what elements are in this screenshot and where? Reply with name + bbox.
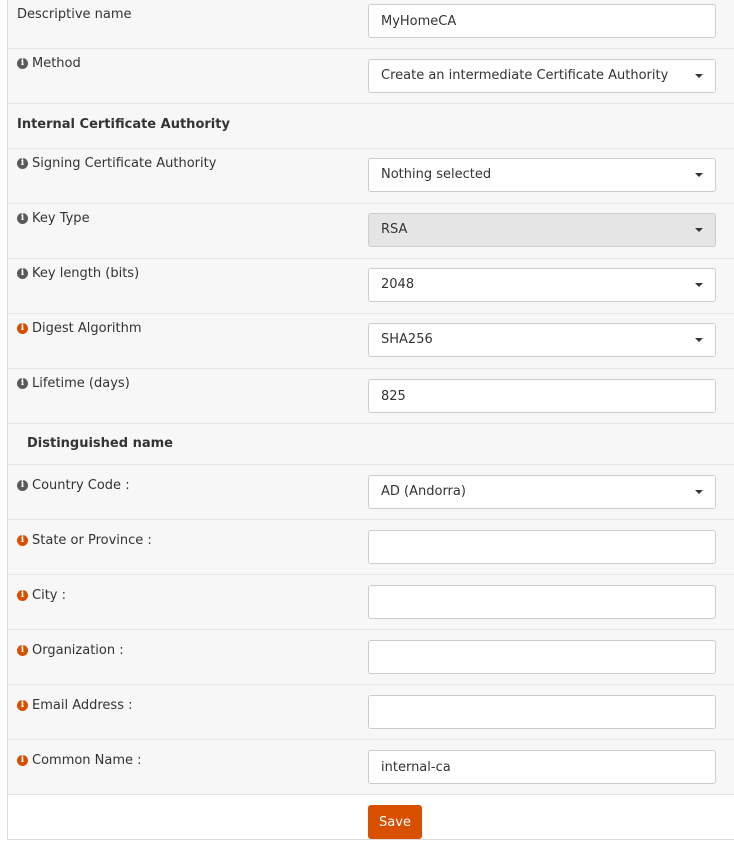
digest-algorithm-row: i Digest Algorithm SHA256 [8, 314, 734, 369]
actions-row: Save [8, 795, 734, 846]
info-icon[interactable]: i [17, 157, 28, 169]
info-icon[interactable]: i [17, 377, 28, 389]
state-row: i State or Province : [8, 520, 734, 575]
caret-down-icon [695, 173, 703, 177]
city-label: i City : [17, 588, 66, 603]
organization-row: i Organization : [8, 630, 734, 685]
organization-label: i Organization : [17, 643, 124, 658]
descriptive-name-input[interactable] [368, 4, 716, 38]
digest-algorithm-select-value: SHA256 [381, 332, 433, 347]
lifetime-label: i Lifetime (days) [17, 376, 130, 391]
city-input[interactable] [368, 585, 716, 619]
key-type-select-value: RSA [381, 222, 408, 237]
info-icon[interactable]: i [17, 754, 28, 766]
distinguished-name-section-title: Distinguished name [27, 436, 173, 451]
digest-algorithm-select[interactable]: SHA256 [368, 323, 716, 357]
state-input[interactable] [368, 530, 716, 564]
country-code-select-value: AD (Andorra) [381, 484, 466, 499]
caret-down-icon [695, 490, 703, 494]
caret-down-icon [695, 228, 703, 232]
common-name-label: i Common Name : [17, 753, 142, 768]
email-input[interactable] [368, 695, 716, 729]
descriptive-name-row: Descriptive name [8, 0, 734, 49]
signing-ca-row: i Signing Certificate Authority Nothing … [8, 149, 734, 204]
key-type-label: i Key Type [17, 211, 90, 226]
country-code-label: i Country Code : [17, 478, 130, 493]
signing-ca-label: i Signing Certificate Authority [17, 156, 216, 171]
certificate-authority-form: Descriptive name i Method Create an inte… [7, 0, 734, 840]
info-icon[interactable]: i [17, 534, 28, 546]
info-icon[interactable]: i [17, 589, 28, 601]
method-row: i Method Create an intermediate Certific… [8, 49, 734, 104]
organization-input[interactable] [368, 640, 716, 674]
descriptive-name-label: Descriptive name [17, 7, 132, 22]
distinguished-name-section-row: Distinguished name [8, 424, 734, 465]
key-length-select[interactable]: 2048 [368, 268, 716, 302]
common-name-input[interactable] [368, 750, 716, 784]
method-label: i Method [17, 56, 81, 71]
info-icon[interactable]: i [17, 212, 28, 224]
state-label: i State or Province : [17, 533, 152, 548]
key-length-row: i Key length (bits) 2048 [8, 259, 734, 314]
info-icon[interactable]: i [17, 57, 28, 69]
lifetime-row: i Lifetime (days) [8, 369, 734, 424]
key-type-select[interactable]: RSA [368, 213, 716, 247]
info-icon[interactable]: i [17, 322, 28, 334]
internal-ca-section-title: Internal Certificate Authority [17, 117, 230, 132]
lifetime-input[interactable] [368, 379, 716, 413]
email-label: i Email Address : [17, 698, 132, 713]
method-select-value: Create an intermediate Certificate Autho… [381, 68, 669, 83]
key-length-select-value: 2048 [381, 277, 415, 292]
signing-ca-select-value: Nothing selected [381, 167, 492, 182]
info-icon[interactable]: i [17, 644, 28, 656]
caret-down-icon [695, 283, 703, 287]
country-code-select[interactable]: AD (Andorra) [368, 475, 716, 509]
key-type-row: i Key Type RSA [8, 204, 734, 259]
common-name-row: i Common Name : [8, 740, 734, 795]
key-length-label: i Key length (bits) [17, 266, 139, 281]
signing-ca-select[interactable]: Nothing selected [368, 158, 716, 192]
info-icon[interactable]: i [17, 699, 28, 711]
digest-algorithm-label: i Digest Algorithm [17, 321, 142, 336]
city-row: i City : [8, 575, 734, 630]
email-row: i Email Address : [8, 685, 734, 740]
caret-down-icon [695, 74, 703, 78]
info-icon[interactable]: i [17, 267, 28, 279]
internal-ca-section-row: Internal Certificate Authority [8, 104, 734, 149]
method-select[interactable]: Create an intermediate Certificate Autho… [368, 59, 716, 93]
caret-down-icon [695, 338, 703, 342]
country-code-row: i Country Code : AD (Andorra) [8, 465, 734, 520]
info-icon[interactable]: i [17, 479, 28, 491]
save-button[interactable]: Save [368, 805, 422, 839]
